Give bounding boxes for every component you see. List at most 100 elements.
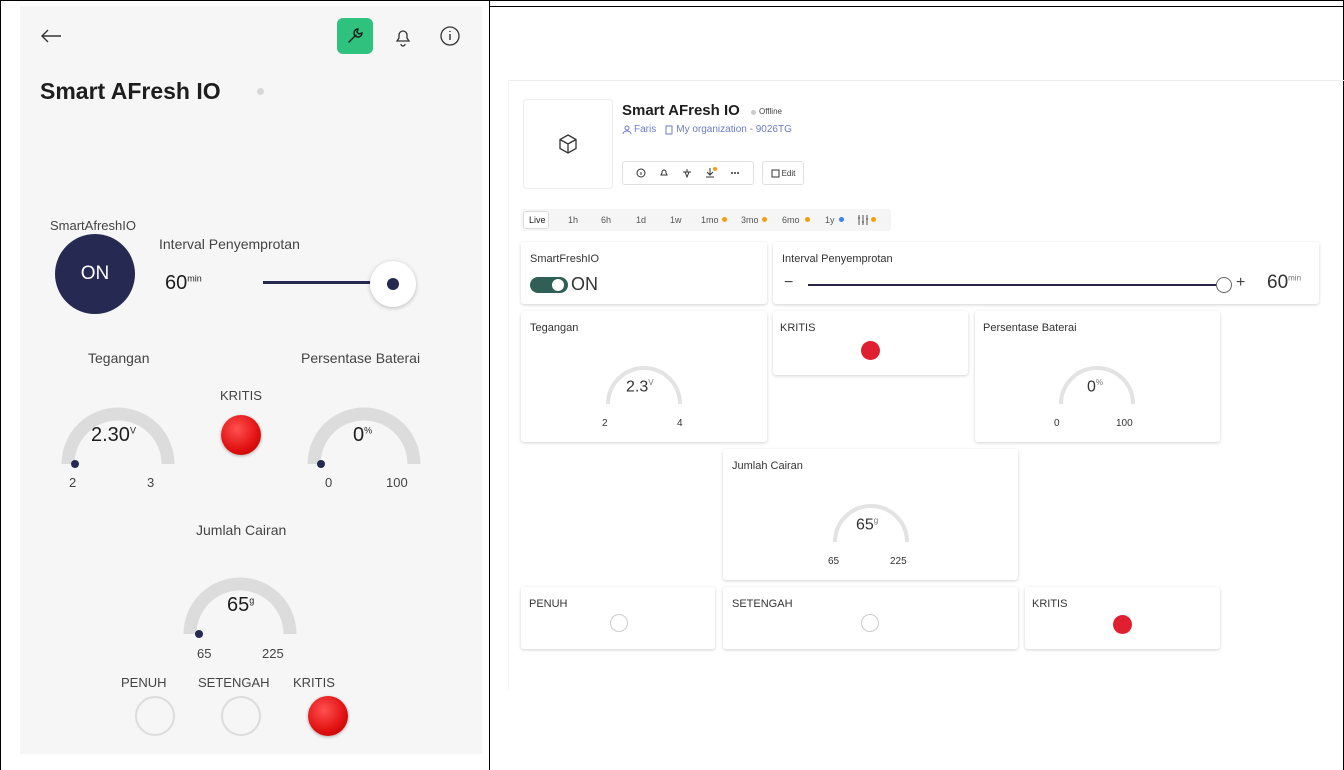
bell-icon[interactable] (659, 168, 669, 178)
interval-card: Interval Penyemprotan − + 60min (773, 242, 1319, 304)
wrench-icon (348, 28, 363, 43)
cairan-value: 65 (227, 594, 250, 616)
interval-value-group: 60min (165, 272, 202, 295)
web-left-border (508, 81, 509, 690)
time-range-1w[interactable]: 1w (670, 210, 682, 230)
setengah-led (221, 696, 261, 736)
more-icon[interactable] (730, 168, 740, 178)
custom-range-dot (871, 217, 876, 222)
mobile-app: Smart AFresh IO SmartAfreshIO ON Interva… (20, 6, 482, 754)
web-tegangan-value: 2.3 (626, 378, 649, 396)
kritis-indicator-label: KRITIS (293, 675, 335, 690)
tegangan-value-group: 2.30V (91, 424, 136, 447)
tegangan-label: Tegangan (88, 350, 150, 366)
switch-label: SmartAfreshIO (50, 218, 136, 233)
interval-plus-button[interactable]: + (1236, 274, 1245, 292)
web-tegangan-card: Tegangan 2.3V 2 4 (521, 311, 767, 442)
web-kritis-led (861, 341, 880, 360)
kritis-led-label: KRITIS (220, 388, 262, 403)
baterai-max: 100 (386, 475, 408, 490)
interval-slider-handle[interactable] (370, 261, 416, 307)
web-baterai-label: Persentase Baterai (983, 322, 1077, 334)
info-icon[interactable] (439, 25, 461, 47)
web-kritis-bottom-label: KRITIS (1032, 598, 1068, 610)
web-penuh-label: PENUH (529, 598, 568, 610)
web-interval-value-group: 60min (1267, 272, 1301, 294)
web-tegangan-unit: V (648, 378, 654, 387)
web-baterai-value-group: 0% (1087, 378, 1103, 396)
time-range-1h[interactable]: 1h (568, 210, 578, 230)
interval-value: 60 (165, 272, 188, 294)
baterai-value: 0 (353, 424, 365, 446)
wrench-button[interactable] (337, 18, 373, 54)
web-kritis-card: KRITIS (773, 311, 968, 375)
penuh-led (135, 696, 175, 736)
owner-link[interactable]: Faris (634, 124, 656, 135)
web-kritis-label: KRITIS (780, 322, 816, 334)
toggle-switch[interactable] (530, 277, 568, 293)
time-range-6mo[interactable]: 6mo (782, 210, 800, 230)
automation-icon[interactable] (682, 168, 692, 178)
device-image-card (524, 100, 612, 188)
baterai-unit: % (364, 425, 373, 436)
organization-link[interactable]: My organization - 9026TG (676, 124, 792, 135)
web-cairan-max: 225 (890, 556, 907, 567)
web-kritis-bottom-led (1113, 615, 1132, 634)
tegangan-min: 2 (69, 475, 77, 490)
tegangan-value: 2.30 (91, 424, 130, 446)
time-range-1y[interactable]: 1y (825, 210, 835, 230)
slider-handle-dot (387, 278, 399, 290)
web-setengah-label: SETENGAH (732, 598, 793, 610)
cairan-value-group: 65g (227, 594, 254, 617)
web-baterai-unit: % (1095, 378, 1104, 387)
back-arrow-icon[interactable] (40, 28, 62, 44)
web-interval-label: Interval Penyemprotan (782, 253, 893, 265)
top-border (489, 6, 1343, 7)
web-interval-handle[interactable] (1216, 277, 1232, 293)
web-cairan-min: 65 (828, 556, 840, 567)
time-range-1d[interactable]: 1d (636, 210, 646, 230)
cairan-label: Jumlah Cairan (196, 522, 287, 538)
web-interval-track[interactable] (808, 284, 1218, 286)
web-baterai-value: 0 (1087, 378, 1096, 396)
web-switch-state: ON (571, 274, 598, 294)
device-toolbar (622, 161, 754, 185)
interval-minus-button[interactable]: − (784, 274, 793, 292)
setengah-label: SETENGAH (198, 675, 270, 690)
switch-card: SmartFreshIO ON (521, 242, 767, 304)
cairan-unit: g (249, 595, 255, 606)
time-range-1mo[interactable]: 1mo (701, 210, 719, 230)
web-baterai-max: 100 (1116, 418, 1133, 429)
web-cairan-unit: g (873, 516, 879, 525)
cairan-max: 225 (262, 646, 284, 661)
user-icon (622, 125, 632, 134)
bell-icon[interactable] (392, 26, 414, 48)
kritis-led (221, 415, 261, 455)
web-device-title: Smart AFresh IO (622, 102, 740, 119)
download-icon[interactable] (705, 167, 718, 179)
3mo-dot (762, 217, 767, 222)
cairan-min: 65 (197, 646, 212, 661)
custom-range-icon[interactable] (857, 214, 869, 226)
web-interval-value: 60 (1267, 272, 1289, 293)
time-range-6h[interactable]: 6h (601, 210, 611, 230)
owner-row: Faris My organization - 9026TG (622, 124, 792, 135)
web-tegangan-label: Tegangan (530, 322, 579, 334)
web-status-dot (751, 110, 756, 115)
web-cairan-label: Jumlah Cairan (732, 460, 803, 472)
web-switch-label: SmartFreshIO (530, 253, 600, 265)
power-button-label: ON (80, 263, 110, 284)
web-penuh-card: PENUH (521, 587, 715, 649)
building-icon (665, 125, 673, 134)
time-range-live[interactable]: Live (529, 210, 546, 230)
web-baterai-min: 0 (1054, 418, 1060, 429)
time-range-3mo[interactable]: 3mo (741, 210, 759, 230)
edit-label: Edit (781, 168, 796, 178)
web-kritis-bottom-card: KRITIS (1025, 587, 1220, 649)
power-button[interactable]: ON (55, 234, 135, 314)
toggle-knob (552, 279, 564, 291)
info-icon[interactable] (636, 168, 646, 178)
interval-label: Interval Penyemprotan (159, 236, 300, 252)
edit-button[interactable]: Edit (762, 161, 804, 185)
web-cairan-value-group: 65g (856, 516, 878, 534)
